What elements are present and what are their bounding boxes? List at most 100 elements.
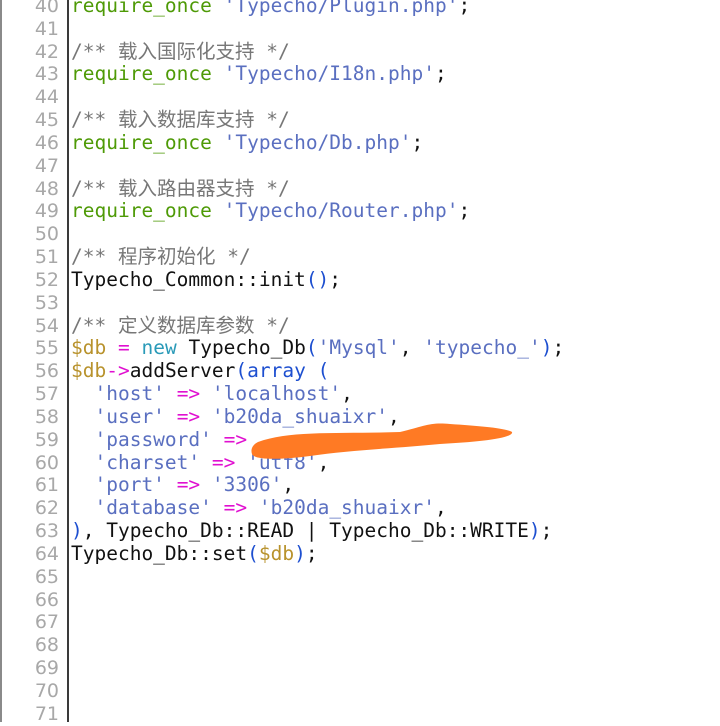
code-line[interactable]: 48 /** 载入路由器支持 */ <box>0 177 720 201</box>
code-text: require_once 'Typecho/Router.php'; <box>71 200 470 223</box>
code-line[interactable]: 47 <box>0 155 720 178</box>
code-token: ; <box>540 519 553 543</box>
code-token: ) <box>540 336 553 360</box>
line-number: 67 <box>34 611 59 634</box>
code-line[interactable]: 53 <box>0 292 720 315</box>
code-token: ( <box>235 359 248 383</box>
code-token: new <box>141 336 177 360</box>
code-token: 'database' <box>94 496 212 520</box>
code-token: => <box>176 382 201 406</box>
code-token: ; <box>458 0 471 17</box>
line-number: 43 <box>34 63 59 86</box>
code-text: /** 载入路由器支持 */ <box>71 177 290 201</box>
line-number: 44 <box>34 86 59 109</box>
code-line[interactable]: 69 <box>0 657 720 680</box>
code-text: /** 定义数据库参数 */ <box>71 314 290 338</box>
line-number: 56 <box>34 360 59 383</box>
line-number: 64 <box>34 542 59 565</box>
line-number: 54 <box>34 314 59 337</box>
code-token: Typecho_Db::set <box>71 541 248 565</box>
code-line[interactable]: 54 /** 定义数据库参数 */ <box>0 314 720 338</box>
code-text: Typecho_Db::set($db); <box>71 541 318 566</box>
line-number: 69 <box>34 657 59 680</box>
code-token: => <box>176 404 201 428</box>
code-line[interactable]: 41 <box>0 18 720 41</box>
code-line[interactable]: 50 <box>0 223 720 246</box>
code-token: 'Typecho/Plugin.php' <box>223 0 459 17</box>
code-token: $db <box>71 359 107 383</box>
code-line[interactable]: 63), Typecho_Db::READ | Typecho_Db::WRIT… <box>0 519 720 543</box>
line-number: 45 <box>34 109 59 132</box>
code-token: , Typecho_Db::READ | Typecho_Db::WRITE <box>82 519 529 543</box>
code-token: 'Mysql' <box>317 336 400 360</box>
code-token: ; <box>458 199 471 223</box>
code-token: addServer <box>129 359 236 383</box>
line-number: 59 <box>34 428 59 451</box>
code-token: 'Typecho/Router.php' <box>223 199 459 223</box>
code-token: = <box>117 336 130 360</box>
code-line[interactable]: 40 require_once 'Typecho/Plugin.php'; <box>0 0 720 18</box>
code-line[interactable]: 51 /** 程序初始化 */ <box>0 245 720 269</box>
code-token: ) <box>528 519 541 543</box>
code-line[interactable]: 64 Typecho_Db::set($db); <box>0 541 720 566</box>
code-token: /** 程序初始化 */ <box>71 245 251 269</box>
code-line[interactable]: 46 require_once 'Typecho/Db.php'; <box>0 130 720 155</box>
code-token: require_once <box>71 62 212 86</box>
code-token: ( <box>317 359 330 383</box>
code-token: 'localhost' <box>211 382 342 406</box>
code-line[interactable]: 49 require_once 'Typecho/Router.php'; <box>0 200 720 223</box>
code-token: /** 载入数据库支持 */ <box>71 108 290 132</box>
code-token: 'port' <box>94 473 165 497</box>
code-line[interactable]: 52 Typecho_Common::init(); <box>0 268 720 292</box>
code-line[interactable]: 56 $db->addServer(array ( <box>0 359 720 383</box>
code-line[interactable]: 45 /** 载入数据库支持 */ <box>0 108 720 132</box>
line-number: 63 <box>34 520 59 543</box>
line-number: 50 <box>34 223 59 246</box>
code-token: require_once <box>71 199 212 223</box>
code-line[interactable]: 43 require_once 'Typecho/I18n.php'; <box>0 63 720 86</box>
code-line[interactable]: 55 $db = new Typecho_Db('Mysql', 'typecho… <box>0 337 720 360</box>
line-number: 48 <box>34 177 59 200</box>
code-token: ; <box>305 541 318 565</box>
code-token: 'host' <box>94 382 165 406</box>
code-line[interactable]: 70 <box>0 680 720 703</box>
code-text: require_once 'Typecho/I18n.php'; <box>71 63 447 86</box>
code-line[interactable]: 68 <box>0 634 720 657</box>
code-line[interactable]: 57 'host' => 'localhost', <box>0 382 720 406</box>
line-number: 53 <box>34 291 59 314</box>
code-token: ; <box>411 130 424 154</box>
code-token: -> <box>106 359 130 383</box>
code-token: => <box>211 450 236 474</box>
code-editor[interactable]: 40 require_once 'Typecho/Plugin.php'; 41 42… <box>0 0 720 726</box>
code-token: ( <box>247 541 259 565</box>
code-line[interactable]: 67 <box>0 611 720 634</box>
code-line[interactable]: 62 'database' => 'b20da_shuaixr', <box>0 496 720 520</box>
code-token: => <box>223 496 248 520</box>
code-token: ; <box>434 62 447 86</box>
code-text: 'password' => <box>71 428 247 452</box>
code-token: , <box>341 382 353 406</box>
code-token: 'user' <box>94 404 165 428</box>
code-line[interactable]: 66 <box>0 589 720 612</box>
code-line[interactable]: 65 <box>0 566 720 589</box>
code-line[interactable]: 44 <box>0 86 720 109</box>
code-text: /** 载入数据库支持 */ <box>71 108 290 132</box>
line-number: 68 <box>34 634 59 657</box>
code-line[interactable]: 71 <box>0 703 720 726</box>
code-line[interactable]: 61 'port' => '3306', <box>0 473 720 497</box>
line-number: 65 <box>34 565 59 588</box>
code-line[interactable]: 42 /** 载入国际化支持 */ <box>0 40 720 64</box>
